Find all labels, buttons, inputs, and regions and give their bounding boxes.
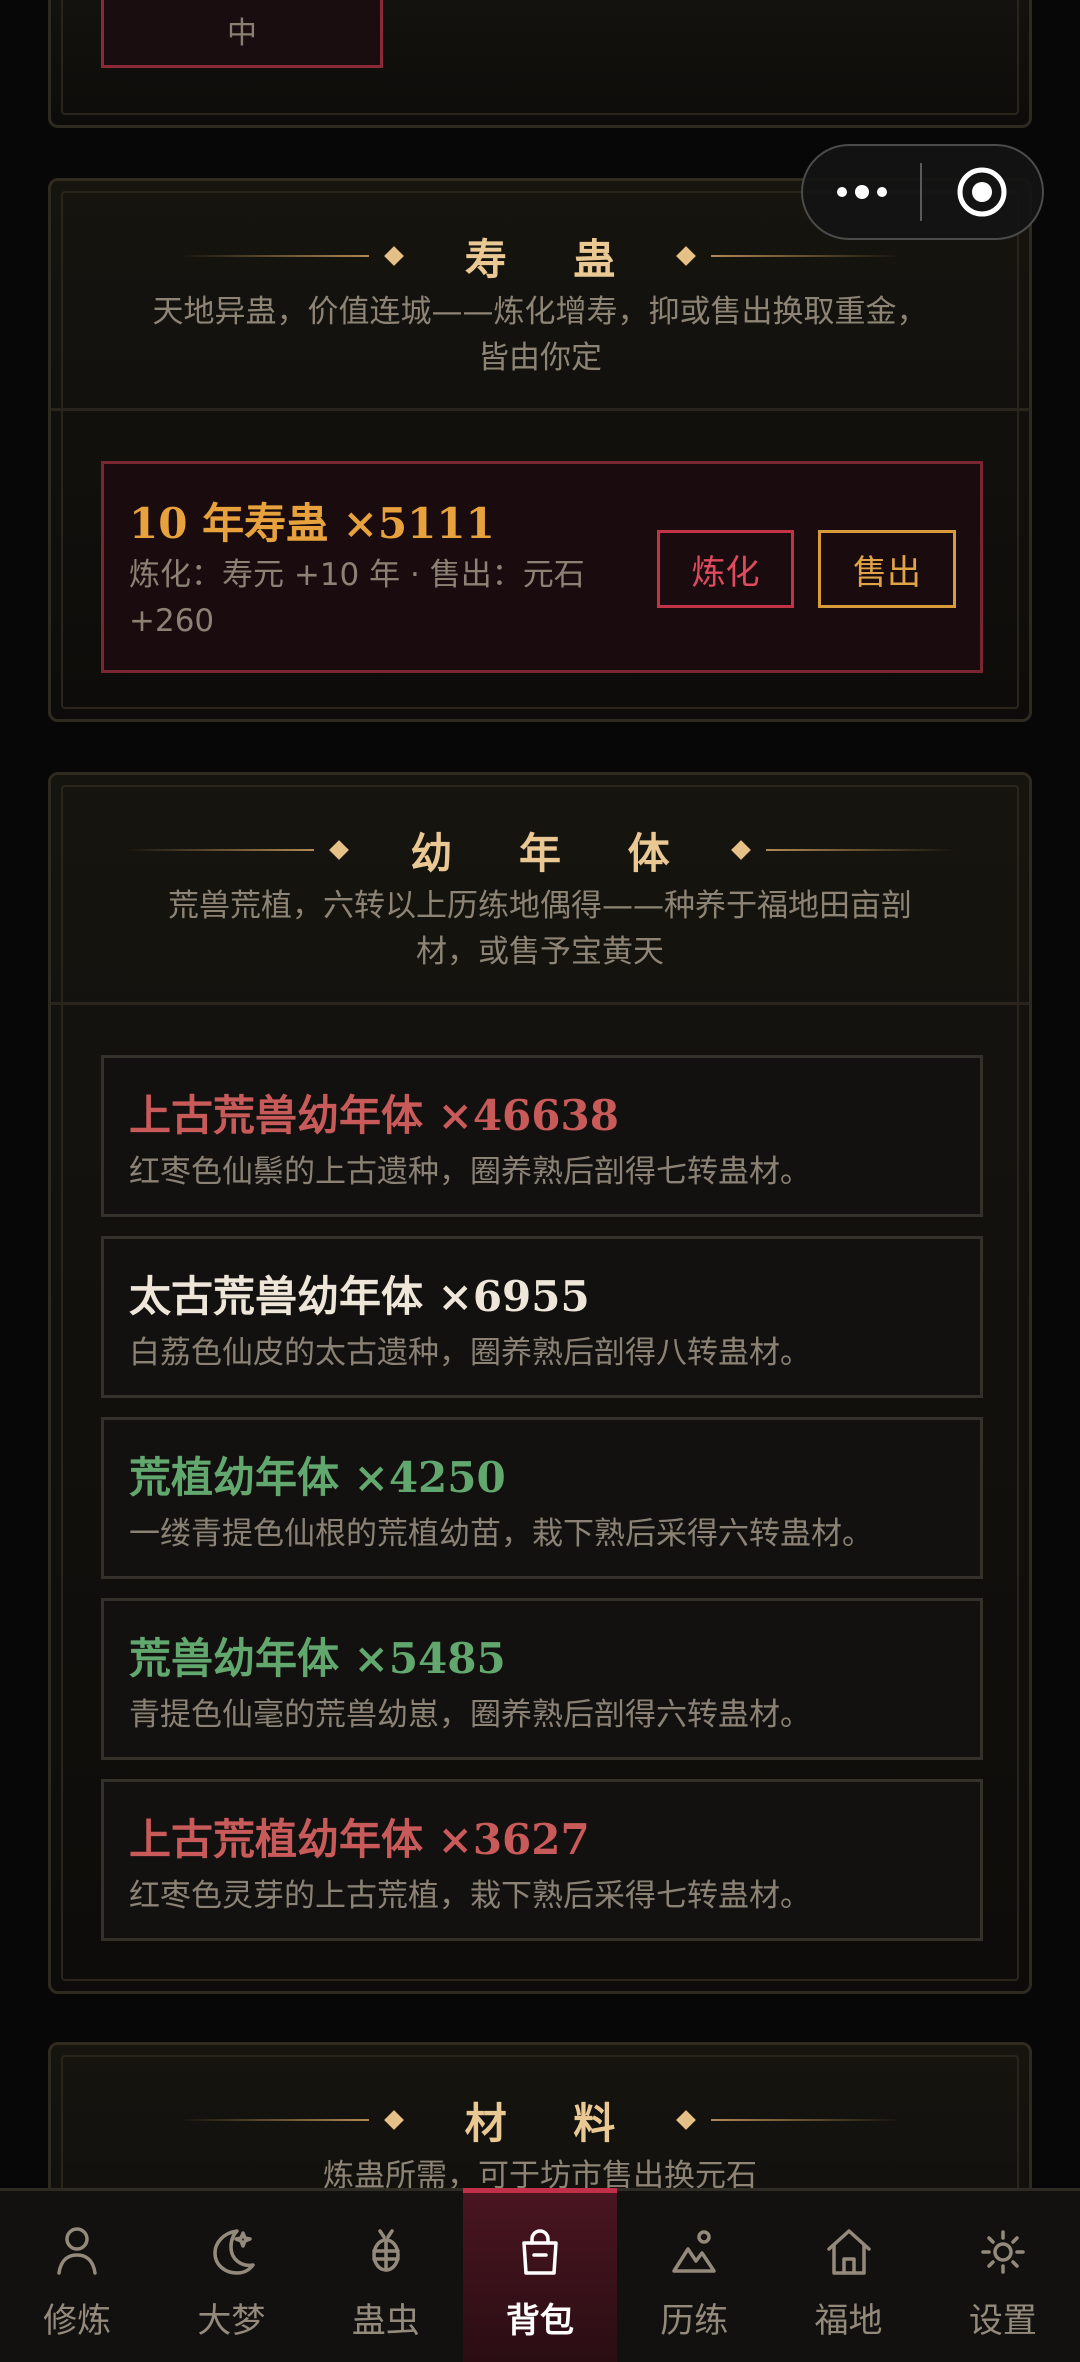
section-title: 寿 蛊 [464, 234, 642, 284]
item-desc: 红枣色仙鬃的上古遗种，圈养熟后剖得七转蛊材。 [129, 1154, 811, 1190]
sell-button[interactable]: 售出 [818, 530, 956, 608]
section-title: 材 料 [464, 2098, 642, 2148]
item-desc: 白荔色仙皮的太古遗种，圈养熟后剖得八转蛊材。 [129, 1335, 811, 1371]
item-name-text: 太古荒兽幼年体 [129, 1272, 424, 1321]
tab-label: 设置 [968, 2301, 1037, 2341]
page: 中 寿 蛊 天地异蛊，价值连城——炼化增寿，抑或售出换取重金，皆由你定 10 年… [0, 0, 1080, 2362]
item-count: ×4250 [353, 1453, 506, 1502]
item-count: ×5111 [342, 499, 495, 548]
tab-bar: 修炼 大梦 蛊虫 背包 历练 福地 设置 [0, 2188, 1080, 2362]
top-panel-button[interactable]: 中 [101, 0, 383, 68]
title-ornament-line [765, 849, 956, 851]
gear-icon [981, 2230, 1025, 2274]
diamond-icon [383, 246, 404, 266]
diamond-icon [329, 840, 350, 860]
younian-panel: 幼 年 体 荒兽荒植，六转以上历练地偶得——种养于福地田亩剖材，或售予宝黄天 上… [48, 772, 1032, 1994]
list-item: 上古荒植幼年体 ×3627 红枣色灵芽的上古荒植，栽下熟后采得七转蛊材。 [101, 1779, 983, 1941]
item-name-text: 荒植幼年体 [129, 1453, 340, 1502]
target-icon[interactable] [922, 146, 1042, 238]
item-count: ×5485 [353, 1634, 506, 1683]
tab-dameng[interactable]: 大梦 [154, 2191, 308, 2362]
section-divider [51, 1002, 1029, 1005]
tab-beibao[interactable]: 背包 [462, 2188, 618, 2362]
section-subtitle: 天地异蛊，价值连城——炼化增寿，抑或售出换取重金，皆由你定 [152, 294, 928, 376]
tab-guchong[interactable]: 蛊虫 [309, 2191, 463, 2362]
title-ornament-line [178, 2119, 369, 2121]
item-name: 上古荒植幼年体 ×3627 [129, 1806, 590, 1867]
diamond-icon [730, 840, 751, 860]
item-count: ×46638 [437, 1091, 619, 1140]
list-item: 太古荒兽幼年体 ×6955 白荔色仙皮的太古遗种，圈养熟后剖得八转蛊材。 [101, 1236, 983, 1398]
item-name-text: 荒兽幼年体 [129, 1634, 340, 1683]
top-panel-button-label: 中 [227, 15, 257, 51]
tab-label: 修炼 [43, 2301, 112, 2341]
item-name-text: 上古荒植幼年体 [129, 1815, 424, 1864]
item-name: 太古荒兽幼年体 ×6955 [129, 1263, 590, 1324]
diamond-icon [676, 246, 697, 266]
title-ornament-line [178, 255, 369, 257]
item-count: ×6955 [437, 1272, 590, 1321]
section-divider [51, 408, 1029, 411]
bag-icon [522, 2229, 558, 2275]
miniprogram-capsule [801, 144, 1044, 240]
title-ornament-line [124, 849, 315, 851]
person-icon [57, 2227, 97, 2275]
diamond-icon [676, 2110, 697, 2130]
refine-button[interactable]: 炼化 [657, 530, 794, 608]
more-dots-icon[interactable] [803, 146, 920, 238]
item-desc: 红枣色灵芽的上古荒植，栽下熟后采得七转蛊材。 [129, 1878, 811, 1914]
moon-icon [213, 2229, 256, 2275]
tab-label: 历练 [660, 2301, 729, 2341]
item-count: ×3627 [437, 1815, 590, 1864]
list-item: 荒植幼年体 ×4250 一缕青提色仙根的荒植幼苗，栽下熟后采得六转蛊材。 [101, 1417, 983, 1579]
item-name: 10 年寿蛊 ×5111 [129, 490, 495, 551]
item-name-text: 10 年寿蛊 [129, 499, 329, 548]
title-ornament-line [711, 2119, 902, 2121]
top-panel: 中 [48, 0, 1032, 128]
item-name: 荒兽幼年体 ×5485 [129, 1625, 506, 1686]
tab-label: 背包 [505, 2301, 574, 2341]
tab-label: 福地 [814, 2301, 883, 2341]
section-subtitle: 荒兽荒植，六转以上历练地偶得——种养于福地田亩剖材，或售予宝黄天 [168, 888, 912, 970]
shougu-panel: 寿 蛊 天地异蛊，价值连城——炼化增寿，抑或售出换取重金，皆由你定 10 年寿蛊… [48, 178, 1032, 722]
item-desc: 一缕青提色仙根的荒植幼苗，栽下熟后采得六转蛊材。 [129, 1516, 873, 1552]
shougu-item-card: 10 年寿蛊 ×5111 炼化：寿元 +10 年 · 售出：元石 +260 炼化… [101, 461, 983, 673]
section-title: 幼 年 体 [410, 828, 696, 878]
item-desc: 青提色仙毫的荒兽幼崽，圈养熟后剖得六转蛊材。 [129, 1697, 811, 1733]
title-ornament-line [711, 255, 902, 257]
tab-fudi[interactable]: 福地 [771, 2191, 925, 2362]
item-desc: 炼化：寿元 +10 年 · 售出：元石 +260 [129, 557, 585, 639]
bug-icon [371, 2229, 400, 2272]
item-name-text: 上古荒兽幼年体 [129, 1091, 424, 1140]
tab-lilian[interactable]: 历练 [617, 2191, 771, 2362]
younian-title-row: 幼 年 体 [51, 815, 1029, 885]
home-icon [826, 2229, 871, 2275]
tab-label: 蛊虫 [351, 2301, 420, 2341]
tab-xiulian[interactable]: 修炼 [0, 2191, 154, 2362]
tab-shezhi[interactable]: 设置 [926, 2191, 1080, 2362]
list-item: 荒兽幼年体 ×5485 青提色仙毫的荒兽幼崽，圈养熟后剖得六转蛊材。 [101, 1598, 983, 1760]
tab-label: 大梦 [197, 2301, 266, 2341]
item-name: 上古荒兽幼年体 ×46638 [129, 1082, 619, 1143]
mountain-icon [672, 2230, 717, 2273]
diamond-icon [383, 2110, 404, 2130]
cailiao-title-row: 材 料 [51, 2085, 1029, 2155]
list-item: 上古荒兽幼年体 ×46638 红枣色仙鬃的上古遗种，圈养熟后剖得七转蛊材。 [101, 1055, 983, 1217]
item-name: 荒植幼年体 ×4250 [129, 1444, 506, 1505]
